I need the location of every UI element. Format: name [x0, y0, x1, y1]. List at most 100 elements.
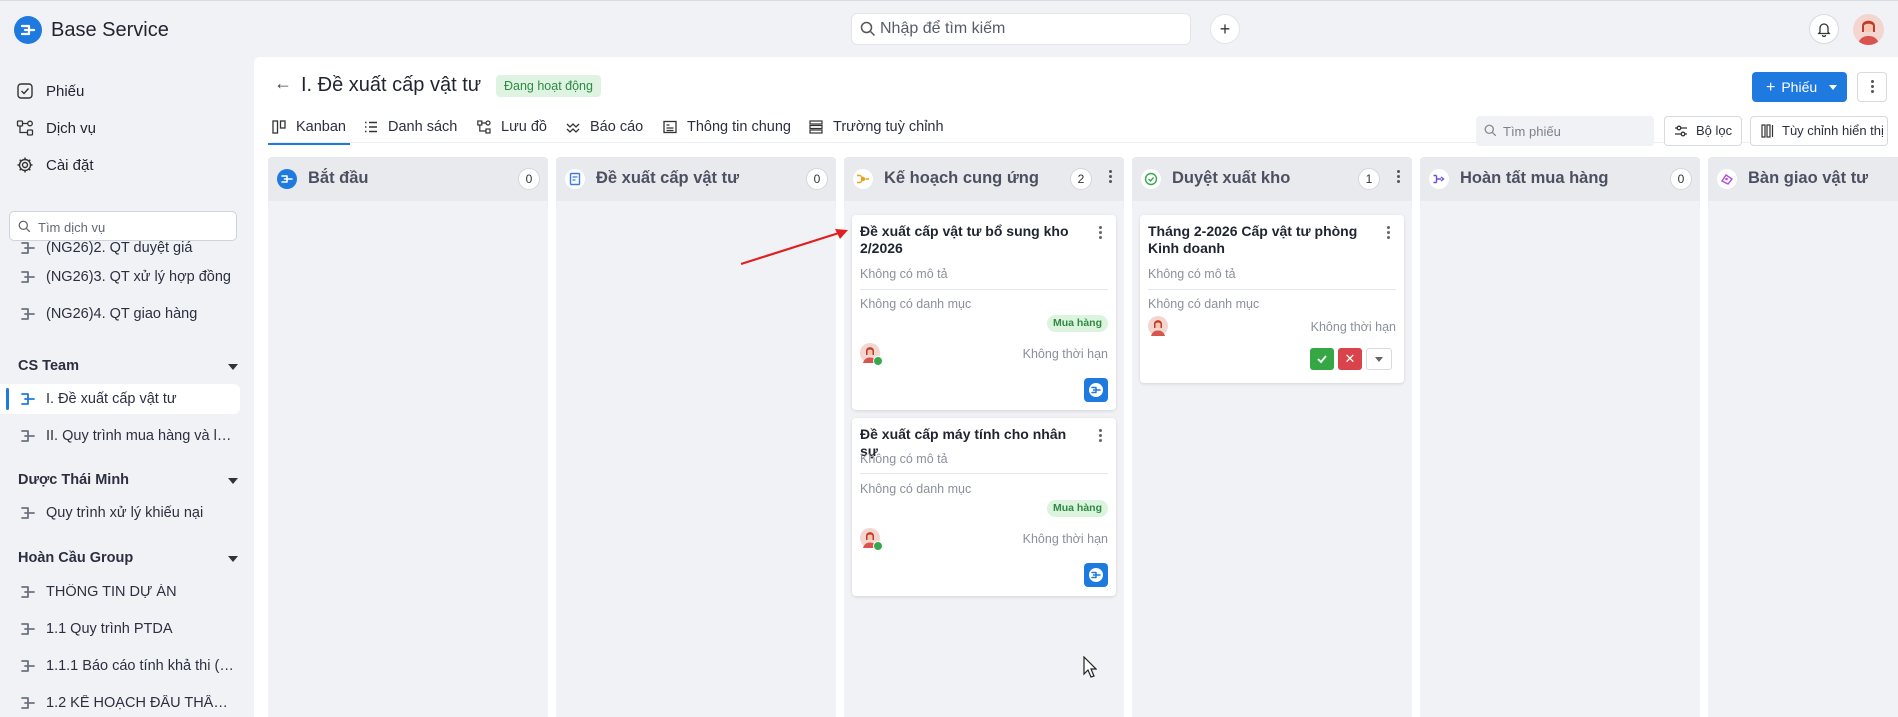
customize-view-button[interactable]: Tùy chỉnh hiển thị: [1750, 116, 1888, 146]
service-item[interactable]: Quy trình xử lý khiếu nại: [0, 498, 252, 528]
sidebar-nav-settings[interactable]: Cài đặt: [16, 153, 94, 177]
column-menu-icon[interactable]: [1397, 170, 1400, 173]
caret-down-icon[interactable]: [228, 556, 238, 562]
assignee-avatar[interactable]: [1148, 316, 1168, 336]
service-item[interactable]: II. Quy trình mua hàng và lựa chọn nhà c…: [0, 421, 252, 451]
assignee-avatar[interactable]: [860, 343, 883, 366]
column-header[interactable]: Bàn giao vật tư: [1708, 157, 1898, 201]
global-search[interactable]: [851, 13, 1191, 45]
card-divider: [860, 473, 1108, 474]
chevron-down-icon: [1829, 85, 1837, 90]
app-logo-icon[interactable]: [1084, 563, 1108, 587]
tab-label: Thông tin chung: [687, 119, 791, 135]
service-flow-icon: [21, 660, 35, 672]
complete-icon: [1429, 169, 1449, 189]
ticket-search-input[interactable]: [1503, 122, 1648, 140]
service-item[interactable]: THÔNG TIN DỰ ÁN: [0, 577, 252, 607]
tab-custom-fields[interactable]: Trường tuỳ chỉnh: [809, 115, 944, 139]
ticket-card[interactable]: Đề xuất cấp máy tính cho nhân sự Không c…: [852, 418, 1116, 596]
status-badge: Đang hoạt động: [496, 75, 601, 97]
notification-bell-icon[interactable]: [1809, 14, 1839, 44]
service-item[interactable]: 1.2 KẾ HOẠCH ĐẤU THẦU CÔNG TRÌNH: [0, 688, 252, 717]
column-header[interactable]: Bắt đầu 0: [268, 157, 548, 201]
service-flow-icon: [21, 393, 35, 405]
service-item[interactable]: (NG26)2. QT duyệt giá: [0, 234, 252, 256]
plan-icon: [853, 169, 873, 189]
caret-down-icon[interactable]: [228, 364, 238, 370]
action-dropdown-button[interactable]: [1366, 348, 1392, 370]
column-header[interactable]: Hoàn tất mua hàng 0: [1420, 157, 1700, 201]
service-item[interactable]: 1.1 Quy trình PTDA: [0, 614, 252, 644]
card-due-date: Không thời hạn: [1022, 347, 1108, 361]
filter-sliders-icon: [1675, 125, 1687, 137]
more-options-button[interactable]: [1857, 72, 1887, 102]
group-name: Dược Thái Minh: [18, 472, 130, 488]
group-header-hoan-cau-group[interactable]: Hoàn Cầu Group: [18, 550, 238, 570]
sidebar-nav-services[interactable]: Dịch vụ: [16, 116, 96, 140]
column-header[interactable]: Đề xuất cấp vật tư 0: [556, 157, 836, 201]
document-icon: [565, 169, 585, 189]
card-title: Tháng 2-2026 Cấp vật tư phòng Kinh doanh: [1148, 223, 1358, 256]
fields-icon: [809, 120, 823, 134]
kanban-column-warehouse-approval: Duyệt xuất kho 1 Tháng 2-2026 Cấp vật tư…: [1132, 157, 1412, 717]
group-header-duoc-thai-minh[interactable]: Dược Thái Minh: [18, 472, 238, 492]
user-avatar[interactable]: [1853, 14, 1884, 45]
service-label: 1.2 KẾ HOẠCH ĐẤU THẦU CÔNG TRÌNH: [46, 695, 236, 711]
ticket-search[interactable]: [1476, 116, 1654, 146]
card-tag: Mua hàng: [1047, 500, 1108, 517]
service-flow-icon: [21, 308, 35, 320]
service-flow-icon: [21, 507, 35, 519]
ticket-card[interactable]: Đề xuất cấp vật tư bổ sung kho 2/2026 Kh…: [852, 215, 1116, 410]
approve-button[interactable]: [1310, 348, 1334, 370]
service-label: (NG26)2. QT duyệt giá: [46, 240, 193, 256]
tab-kanban[interactable]: Kanban: [268, 115, 350, 145]
back-arrow-icon[interactable]: ←: [274, 73, 292, 94]
ticket-card[interactable]: Tháng 2-2026 Cấp vật tư phòng Kinh doanh…: [1140, 215, 1404, 383]
group-header-cs-team[interactable]: CS Team: [18, 358, 238, 378]
column-header[interactable]: Kế hoạch cung ứng 2: [844, 157, 1124, 201]
service-label: (NG26)3. QT xử lý hợp đồng: [46, 269, 231, 285]
service-label: Quy trình xử lý khiếu nại: [46, 505, 204, 521]
annotation-arrow-icon: [740, 229, 848, 266]
column-menu-icon[interactable]: [1109, 170, 1112, 173]
card-divider: [860, 289, 1108, 290]
card-menu-icon[interactable]: [1387, 226, 1390, 229]
assignee-avatar[interactable]: [860, 528, 883, 551]
service-label: (NG26)4. QT giao hàng: [46, 306, 198, 322]
service-item[interactable]: (NG26)3. QT xử lý hợp đồng: [0, 262, 252, 292]
card-due-date: Không thời hạn: [1022, 532, 1108, 546]
reject-button[interactable]: ✕: [1338, 348, 1362, 370]
sidebar-nav-tickets[interactable]: Phiếu: [16, 79, 84, 103]
group-name: CS Team: [18, 358, 79, 374]
service-item[interactable]: (NG26)4. QT giao hàng: [0, 299, 252, 329]
tab-label: Lưu đồ: [501, 119, 547, 135]
kanban-column-handover: Bàn giao vật tư: [1708, 157, 1898, 717]
service-item-active[interactable]: I. Đề xuất cấp vật tư: [0, 384, 240, 414]
search-icon: [18, 220, 31, 233]
service-flow-icon: [21, 242, 35, 254]
card-menu-icon[interactable]: [1099, 226, 1102, 229]
card-tag: Mua hàng: [1047, 315, 1108, 332]
service-label: 1.1.1 Báo cáo tính khả thi (Tiền khả thi…: [46, 658, 236, 674]
column-count: 0: [518, 168, 540, 190]
tab-report[interactable]: Báo cáo: [566, 115, 643, 139]
card-menu-icon[interactable]: [1099, 429, 1102, 432]
sidebar-nav-label: Phiếu: [46, 82, 85, 100]
create-plus-button[interactable]: +: [1210, 14, 1240, 44]
approved-check-icon: [873, 356, 883, 366]
tab-list[interactable]: Danh sách: [364, 115, 457, 139]
service-flow-icon: [21, 430, 35, 442]
filter-button[interactable]: Bộ lọc: [1664, 116, 1742, 146]
tab-flowchart[interactable]: Lưu đồ: [477, 115, 547, 139]
tab-label: Trường tuỳ chỉnh: [833, 119, 944, 135]
main-panel: ← I. Đề xuất cấp vật tư Đang hoạt động +…: [254, 57, 1898, 717]
kanban-icon: [272, 120, 286, 134]
caret-down-icon[interactable]: [228, 478, 238, 484]
global-search-input[interactable]: [880, 19, 1180, 39]
service-item[interactable]: 1.1.1 Báo cáo tính khả thi (Tiền khả thi…: [0, 651, 252, 681]
tab-general-info[interactable]: Thông tin chung: [663, 115, 791, 139]
new-ticket-button[interactable]: + Phiếu: [1752, 72, 1847, 102]
app-logo-icon[interactable]: [1084, 378, 1108, 402]
brand-logo-icon[interactable]: [14, 16, 42, 44]
column-header[interactable]: Duyệt xuất kho 1: [1132, 157, 1412, 201]
